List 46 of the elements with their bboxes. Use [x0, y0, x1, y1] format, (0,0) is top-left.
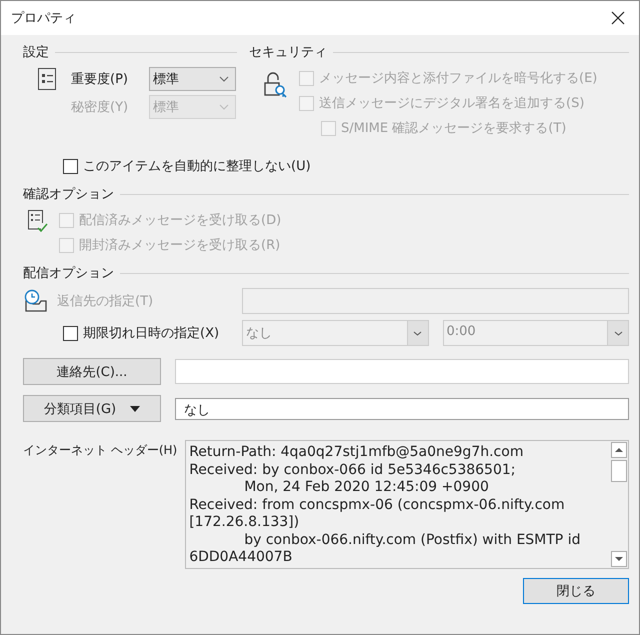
dropdown[interactable]: 標準	[149, 67, 236, 91]
header-line: Return-Path: 4qa0q27stj1mfb@5a0ne9g7h.com	[189, 444, 524, 462]
header-line: 6DD0A44007B	[189, 549, 294, 566]
checkbox-label: メッセージ内容と添付ファイルを暗号化する(E)	[319, 70, 598, 87]
checkbox-label: このアイテムを自動的に整理しない(U)	[83, 158, 311, 175]
scroll-down-icon[interactable]	[611, 551, 627, 567]
checkbox-label: 開封済みメッセージを受け取る(R)	[79, 237, 280, 254]
chevron-icon	[413, 330, 422, 336]
section-heading: 設定	[23, 44, 49, 61]
field-label: 秘密度(Y)	[71, 99, 130, 116]
categories-field[interactable]: なし	[175, 398, 629, 420]
window-title: プロパティ	[11, 10, 76, 27]
close-button[interactable]: 閉じる	[523, 578, 629, 604]
header-line: Received: from concspmx-06 (concspmx-06.nifty.com	[189, 496, 566, 514]
checkbox-label: 配信済みメッセージを受け取る(D)	[79, 212, 282, 229]
headers-text-area[interactable]	[185, 440, 629, 569]
section-heading: 配信オプション	[23, 265, 114, 282]
checklist-icon	[27, 209, 49, 235]
checkbox[interactable]	[63, 158, 78, 174]
chevron-icon	[219, 104, 229, 110]
checkbox-label: 期限切れ日時の指定(X)	[83, 325, 220, 342]
scrollbar[interactable]	[610, 441, 628, 568]
header-line: by conbox-066.nifty.com (Postfix) with ESMTP id	[243, 532, 582, 549]
caret-icon	[130, 406, 140, 412]
checkbox-label: S/MIME 確認メッセージを要求する(T)	[341, 120, 566, 137]
chevron-icon	[614, 330, 622, 336]
lock-key-icon	[263, 71, 289, 99]
field-label: 返信先の指定(T)	[57, 293, 154, 310]
scroll-up-icon[interactable]	[611, 442, 627, 458]
checkbox-label: 送信メッセージにデジタル署名を追加する(S)	[319, 95, 584, 112]
categories-button[interactable]: 分類項目(G)	[23, 395, 161, 422]
checkbox[interactable]	[63, 326, 78, 340]
close-icon[interactable]	[611, 11, 625, 25]
field-label: インターネット ヘッダー(H)	[23, 442, 178, 459]
clock-tray-icon	[23, 289, 49, 313]
header-line: Received: by conbox-066 id 5e5346c5386501;	[189, 462, 516, 479]
field-label: 重要度(P)	[71, 71, 129, 88]
section-heading: セキュリティ	[249, 44, 327, 61]
list-icon	[37, 67, 57, 91]
contacts-button[interactable]: 連絡先(C)...	[23, 358, 161, 385]
header-line: Mon, 24 Feb 2020 12:45:09 +0900	[243, 479, 490, 496]
scrollbar-thumb[interactable]	[611, 460, 627, 482]
header-line: [172.26.8.133])	[189, 514, 300, 532]
chevron-icon	[219, 76, 229, 82]
contacts-field[interactable]	[175, 359, 629, 384]
section-heading: 確認オプション	[23, 186, 114, 203]
